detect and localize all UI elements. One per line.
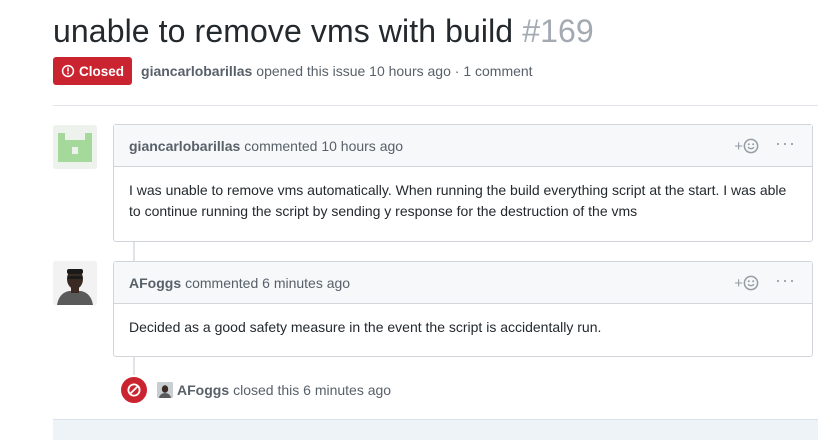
state-badge: Closed	[53, 57, 133, 85]
comment-timestamp[interactable]: commented 6 minutes ago	[185, 275, 350, 291]
comment-body: I was unable to remove vms automatically…	[129, 182, 787, 219]
smiley-icon	[743, 275, 759, 291]
issue-number: #169	[522, 13, 594, 49]
reaction-plus: +	[734, 274, 744, 292]
closed-event: AFoggs closed this 6 minutes ago	[119, 375, 391, 405]
reaction-plus: +	[734, 137, 744, 155]
issue-title-text: unable to remove vms with build	[53, 13, 514, 49]
issue-opened-text: opened this issue 10 hours ago · 1 comme…	[256, 63, 533, 79]
identicon-avatar-image	[53, 125, 97, 169]
state-label: Closed	[79, 63, 125, 79]
issue-author-link[interactable]: giancarlobarillas	[141, 63, 252, 79]
comment-timestamp[interactable]: commented 10 hours ago	[244, 138, 403, 154]
add-reaction-button[interactable]: +	[734, 275, 759, 292]
header-divider	[53, 105, 818, 106]
avatar[interactable]	[157, 382, 173, 398]
kebab-icon: ···	[775, 133, 796, 153]
comment-actions: + ···	[734, 125, 796, 167]
avatar[interactable]	[53, 261, 97, 305]
user-photo-avatar-image	[53, 261, 97, 305]
issue-meta: Closed giancarlobarillas opened this iss…	[53, 57, 533, 85]
comment-author-link[interactable]: giancarlobarillas	[129, 138, 240, 154]
comment-options-button[interactable]: ···	[775, 271, 796, 289]
add-reaction-button[interactable]: +	[734, 138, 759, 155]
closed-event-badge	[119, 375, 149, 405]
comment-options-button[interactable]: ···	[775, 134, 796, 152]
issue-closed-icon	[61, 64, 75, 78]
issue-title: unable to remove vms with build #169	[53, 13, 594, 50]
kebab-icon: ···	[775, 270, 796, 290]
comment-header: AFoggs commented 6 minutes ago + ···	[114, 262, 812, 304]
comment: AFoggs commented 6 minutes ago + ··· Dec…	[113, 261, 813, 357]
comment: giancarlobarillas commented 10 hours ago…	[113, 124, 813, 242]
event-text: closed this 6 minutes ago	[233, 382, 392, 398]
user-photo-avatar-image	[157, 382, 173, 398]
bottom-bar	[53, 419, 818, 440]
avatar[interactable]	[53, 125, 97, 169]
event-actor-link[interactable]: AFoggs	[177, 382, 229, 398]
comment-body: Decided as a good safety measure in the …	[129, 319, 602, 335]
smiley-icon	[743, 138, 759, 154]
comment-author-link[interactable]: AFoggs	[129, 275, 181, 291]
circle-slash-icon	[127, 383, 141, 397]
comment-actions: + ···	[734, 262, 796, 304]
comment-header: giancarlobarillas commented 10 hours ago…	[114, 125, 812, 167]
